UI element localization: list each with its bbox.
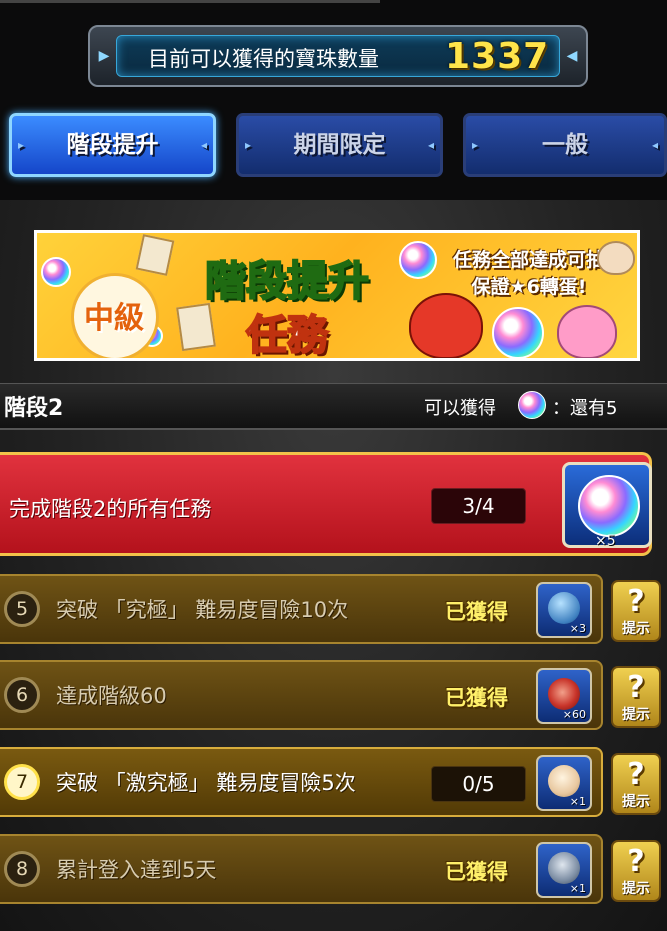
counter-label: 目前可以獲得的寶珠數量 xyxy=(148,47,379,71)
mission-number: 5 xyxy=(4,591,40,627)
tab-chevron-icon: ◂ xyxy=(200,138,207,152)
tab-limited-time[interactable]: ▸ 期間限定 ◂ xyxy=(236,113,443,177)
hint-label: 提示 xyxy=(622,794,650,810)
reward-quantity: ×5 xyxy=(595,533,616,549)
mission-number: 7 xyxy=(4,764,40,800)
mission-reward[interactable]: ×1 xyxy=(536,755,592,811)
bell-icon xyxy=(548,852,580,884)
obtained-status: 已獲得 xyxy=(445,860,508,884)
stage-header: 階段2 可以獲得 ：還有5 xyxy=(0,383,667,430)
counter-left-arrow-icon: ▶ xyxy=(98,48,110,64)
rainbow-orb-icon xyxy=(492,307,544,358)
mission-number: 8 xyxy=(4,851,40,887)
banner-level: 中級 xyxy=(84,301,144,336)
mission-progress: 0/5 xyxy=(431,766,526,802)
reward-quantity: ×60 xyxy=(562,708,586,721)
obtained-status: 已獲得 xyxy=(445,686,508,710)
obtained-status: 已獲得 xyxy=(445,600,508,624)
tab-chevron-icon: ▸ xyxy=(245,138,252,152)
stage-obtainable-label: 可以獲得 xyxy=(424,398,496,419)
hint-label: 提示 xyxy=(622,621,650,637)
stage-complete-mission[interactable]: 完成階段2的所有任務 3/4 xyxy=(0,452,652,556)
counter-right-arrow-icon: ◀ xyxy=(566,48,578,64)
tab-label: 期間限定 xyxy=(293,132,386,158)
stage-title: 階段2 xyxy=(4,396,64,421)
stage-remaining: ：還有5 xyxy=(552,398,618,419)
question-mark-icon: ? xyxy=(627,844,645,879)
reward-quantity: ×1 xyxy=(569,795,586,808)
red-monster-mascot-icon xyxy=(409,293,483,358)
tab-chevron-icon: ▸ xyxy=(472,138,479,152)
question-mark-icon: ? xyxy=(627,584,645,619)
cloth-bag-icon xyxy=(548,592,580,624)
tab-chevron-icon: ▸ xyxy=(18,138,25,152)
rainbow-orb-icon xyxy=(399,241,437,279)
hint-button[interactable]: ? 提示 xyxy=(611,753,661,815)
reward-quantity: ×3 xyxy=(569,622,586,635)
egg-fossil-icon xyxy=(597,241,635,275)
hint-button[interactable]: ? 提示 xyxy=(611,666,661,728)
top-divider xyxy=(0,0,380,3)
tab-general[interactable]: ▸ 一般 ◂ xyxy=(463,113,667,177)
egg-fossil-icon xyxy=(548,765,580,797)
rainbow-orb-icon xyxy=(41,257,71,287)
orb-reward[interactable]: ×5 xyxy=(562,462,652,549)
hint-label: 提示 xyxy=(622,881,650,897)
mission-text: 累計登入達到5天 xyxy=(56,858,217,882)
mission-progress: 3/4 xyxy=(431,488,526,524)
tab-chevron-icon: ◂ xyxy=(427,138,434,152)
pink-monster-mascot-icon xyxy=(557,305,617,358)
tab-label: 一般 xyxy=(542,132,588,158)
banner-promo: 任務全部達成可抽 保證★6轉蛋! xyxy=(439,247,619,301)
scroll-icon xyxy=(135,234,175,276)
mission-row[interactable]: 6 達成階級60 已獲得 ×60 xyxy=(0,660,603,730)
tab-stage-up[interactable]: ▸ 階段提升 ◂ xyxy=(9,113,216,177)
mission-text: 完成階段2的所有任務 xyxy=(9,497,212,521)
question-mark-icon: ? xyxy=(627,757,645,792)
hint-button[interactable]: ? 提示 xyxy=(611,580,661,642)
tab-label: 階段提升 xyxy=(66,132,159,158)
rainbow-orb-icon xyxy=(578,475,640,537)
mission-row[interactable]: 5 突破 「究極」 難易度冒險10次 已獲得 ×3 xyxy=(0,574,603,644)
reward-quantity: ×1 xyxy=(569,882,586,895)
counter-value: 1337 xyxy=(445,36,550,77)
question-mark-icon: ? xyxy=(627,670,645,705)
mission-reward[interactable]: ×3 xyxy=(536,582,592,638)
orb-counter: ▶ 目前可以獲得的寶珠數量 1337 ◀ xyxy=(88,25,588,87)
mission-text: 突破 「激究極」 難易度冒險5次 xyxy=(56,771,356,795)
banner-promo-line2: 保證★6轉蛋! xyxy=(471,276,587,298)
mission-text: 達成階級60 xyxy=(56,684,167,708)
mission-row[interactable]: 7 突破 「激究極」 難易度冒險5次 0/5 ×1 xyxy=(0,747,603,817)
banner-title: 階段提升 xyxy=(204,256,370,306)
banner-subtitle: 任務 xyxy=(245,310,329,359)
event-banner[interactable]: 中級 階段提升 任務 任務全部達成可抽 保證★6轉蛋! xyxy=(34,230,640,361)
rainbow-orb-icon xyxy=(518,391,546,419)
hint-label: 提示 xyxy=(622,707,650,723)
mission-reward[interactable]: ×60 xyxy=(536,668,592,724)
mission-text: 突破 「究極」 難易度冒險10次 xyxy=(56,598,349,622)
hint-button[interactable]: ? 提示 xyxy=(611,840,661,902)
mission-row[interactable]: 8 累計登入達到5天 已獲得 ×1 xyxy=(0,834,603,904)
mission-reward[interactable]: ×1 xyxy=(536,842,592,898)
banner-promo-line1: 任務全部達成可抽 xyxy=(452,249,605,271)
tab-chevron-icon: ◂ xyxy=(651,138,658,152)
meat-icon xyxy=(548,678,580,710)
mission-number: 6 xyxy=(4,677,40,713)
